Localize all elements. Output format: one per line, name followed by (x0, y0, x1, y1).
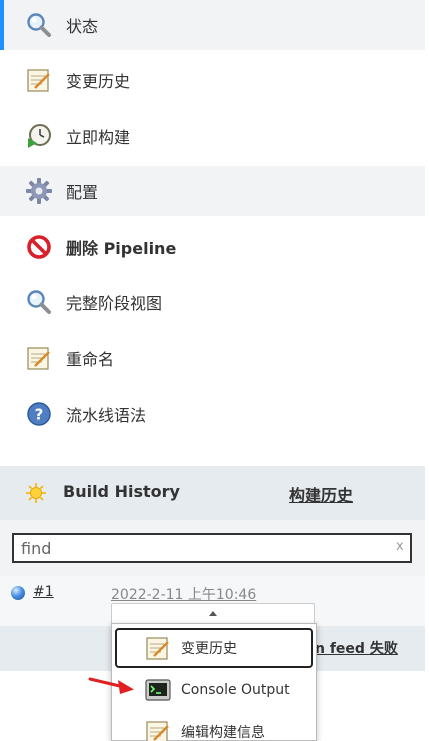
sidebar-item-label: 配置 (66, 183, 99, 202)
build-search-input[interactable] (12, 533, 412, 563)
magnifier-icon (24, 10, 54, 40)
sidebar-item-pipeline-syntax[interactable]: ? 流水线语法 (0, 389, 429, 439)
no-entry-icon (24, 232, 54, 262)
sidebar-item-label: 完整阶段视图 (66, 294, 163, 313)
build-date-link[interactable]: 2022-2-11 上午10:46 (111, 584, 256, 604)
menu-item-label: Console Output (181, 682, 290, 698)
sidebar-item-delete-pipeline[interactable]: 删除 Pipeline (0, 222, 429, 272)
notepad-icon (143, 633, 173, 663)
clock-build-icon (24, 121, 54, 151)
magnifier-icon (24, 287, 54, 317)
help-icon: ? (24, 399, 54, 429)
sidebar-item-build-now[interactable]: 立即构建 (0, 111, 429, 161)
sidebar-item-label: 删除 Pipeline (66, 239, 177, 258)
sun-icon (25, 482, 47, 504)
build-search-area: x (0, 520, 429, 576)
svg-text:?: ? (35, 406, 44, 424)
menu-item-label: 变更历史 (181, 641, 237, 657)
sidebar-item-configure[interactable]: 配置 (0, 166, 429, 216)
sidebar-item-label: 流水线语法 (66, 406, 147, 425)
sidebar-item-changes[interactable]: 变更历史 (0, 55, 429, 105)
build-history-title: Build History (63, 482, 180, 501)
notepad-icon (143, 717, 173, 741)
notepad-icon (24, 65, 54, 95)
page-edge (425, 0, 429, 741)
menu-item-edit-build-info[interactable]: 编辑构建信息 (115, 712, 313, 741)
build-history-header: Build History 构建历史 (0, 466, 429, 520)
build-number-link[interactable]: #1 (33, 584, 54, 600)
menu-item-console-output[interactable]: Console Output (115, 670, 313, 710)
build-status-ball-icon (11, 586, 25, 600)
build-context-menu: 变更历史 Console Output 编辑构建信息 (111, 623, 317, 741)
menu-item-changes[interactable]: 变更历史 (115, 628, 313, 668)
caret-up-icon (209, 611, 217, 616)
sidebar-item-status[interactable]: 状态 (0, 0, 429, 50)
feed-link[interactable]: n feed 失败 (315, 638, 398, 658)
sidebar-item-label: 状态 (66, 17, 99, 36)
annotation-arrow-icon (88, 677, 134, 694)
gear-icon (24, 176, 54, 206)
notepad-icon (24, 343, 54, 373)
sidebar-item-label: 立即构建 (66, 128, 131, 147)
sidebar-item-full-stage-view[interactable]: 完整阶段视图 (0, 277, 429, 327)
search-clear-button[interactable]: x (396, 539, 404, 554)
build-menu-toggle[interactable] (111, 603, 315, 625)
sidebar-item-label: 重命名 (66, 350, 115, 369)
sidebar-item-rename[interactable]: 重命名 (0, 333, 429, 383)
terminal-icon (143, 675, 173, 705)
build-trend-link[interactable]: 构建历史 (289, 482, 353, 506)
sidebar-item-label: 变更历史 (66, 72, 131, 91)
menu-item-label: 编辑构建信息 (181, 725, 265, 741)
